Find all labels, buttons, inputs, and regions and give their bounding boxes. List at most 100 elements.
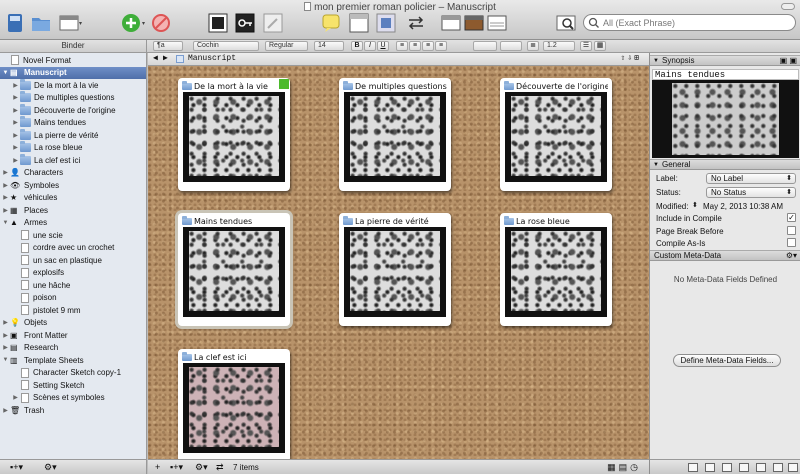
binder-item[interactable]: une hâche [0, 279, 146, 291]
index-card[interactable]: De multiples questions [339, 78, 451, 191]
binder-item[interactable]: ▶ Scènes et symboles [0, 392, 146, 404]
font-style-popup[interactable]: Regular [265, 41, 308, 51]
disclosure-triangle-icon[interactable]: ▶ [2, 332, 9, 339]
label-popup[interactable]: No Label [706, 173, 796, 184]
index-card[interactable]: La pierre de vérité [339, 213, 451, 326]
disclosure-triangle-icon[interactable]: ▶ [2, 194, 9, 201]
view-mode-button[interactable] [58, 12, 84, 34]
layout-button[interactable] [348, 12, 370, 34]
synopsis-title[interactable]: Mains tendues [652, 69, 799, 80]
collections-button[interactable] [30, 12, 52, 34]
disclosure-triangle-icon[interactable]: ▶ [2, 169, 9, 176]
index-card[interactable]: La clef est ici [178, 349, 290, 459]
navigation-arrows[interactable]: ⇧⇩⊞ [621, 53, 641, 65]
include-in-compile-checkbox[interactable]: ✓ [787, 213, 796, 222]
index-card[interactable]: De la mort à la vie [178, 78, 290, 191]
binder-item[interactable]: pistolet 9 mm [0, 304, 146, 316]
binder-item[interactable]: Novel Format [0, 54, 146, 66]
synopsis-options-icon[interactable]: ▣ ▣ [780, 56, 797, 66]
binder-item[interactable]: ▶ La pierre de vérité [0, 128, 146, 141]
disclosure-triangle-icon[interactable]: ▶ [2, 344, 9, 351]
references-tab-icon[interactable] [705, 463, 715, 472]
corkboard-mode-button[interactable] [234, 12, 256, 34]
table-button[interactable]: ▦ [594, 41, 606, 51]
bold-button[interactable]: B [351, 41, 363, 51]
back-arrow-icon[interactable]: ◀ [153, 53, 158, 65]
binder-item[interactable]: cordre avec un crochet [0, 242, 146, 254]
forward-arrow-icon[interactable]: ▶ [163, 53, 168, 65]
index-card[interactable]: Découverte de l'origine [500, 78, 612, 191]
swap-icon[interactable]: ⇄ [216, 462, 224, 473]
binder-item[interactable]: ▶ ▤ Research [0, 342, 146, 354]
line-spacing-popup[interactable]: 1.2 [543, 41, 575, 51]
binder-item[interactable]: ▶ Découverte de l'origine [0, 103, 146, 116]
disclosure-triangle-icon[interactable]: ▼ [2, 220, 9, 226]
status-popup[interactable]: No Status [706, 187, 796, 198]
disclosure-triangle-icon[interactable]: ▶ [12, 107, 19, 114]
binder-item[interactable]: ▶ Mains tendues [0, 116, 146, 129]
binder-item[interactable]: ▶ ▦ Places [0, 204, 146, 216]
disclosure-triangle-icon[interactable]: ▶ [12, 157, 19, 164]
synopsis-image[interactable] [652, 80, 799, 158]
highlight-popup[interactable] [500, 41, 522, 51]
disclosure-triangle-icon[interactable]: ▶ [12, 94, 19, 101]
binder-item[interactable]: ▼ ▤ Manuscript [0, 66, 146, 79]
gear-icon[interactable]: ⚙▾ [195, 462, 208, 473]
disclosure-triangle-icon[interactable]: ▶ [12, 394, 19, 401]
align-right-button[interactable]: ≡ [422, 41, 434, 51]
disclosure-triangle-icon[interactable]: ▶ [2, 182, 9, 189]
outliner-view-button[interactable] [486, 12, 508, 34]
font-family-popup[interactable]: Cochin [193, 41, 259, 51]
corkboard-view-options[interactable]: ▦▤◷ [607, 462, 641, 473]
meta-data-tab-icon[interactable] [739, 463, 749, 472]
compile-as-is-checkbox[interactable] [787, 238, 796, 247]
align-left-button[interactable]: ≡ [396, 41, 408, 51]
binder-item[interactable]: ▶ ★ véhicules [0, 192, 146, 204]
binder-item[interactable]: ▶ 👤 Characters [0, 167, 146, 179]
binder-item[interactable]: explosifs [0, 267, 146, 279]
font-size-popup[interactable]: 14 [314, 41, 344, 51]
binder-toggle-button[interactable] [4, 12, 26, 34]
add-button[interactable] [120, 12, 146, 34]
disclosure-triangle-icon[interactable]: ▼ [2, 70, 9, 76]
disclosure-triangle-icon[interactable]: ▶ [2, 407, 9, 414]
align-center-button[interactable]: ≡ [409, 41, 421, 51]
lock-icon[interactable] [788, 463, 798, 472]
binder-item[interactable]: ▶ La clef est ici [0, 153, 146, 166]
edit-button[interactable] [262, 12, 284, 34]
synopsis-header[interactable]: ▼ Synopsis ▣ ▣ [650, 55, 800, 66]
quick-reference-button[interactable] [555, 12, 577, 34]
binder-item[interactable]: Setting Sketch [0, 379, 146, 391]
add-menu-button[interactable]: ▪+▾ [10, 462, 23, 473]
style-popup[interactable]: ¶a [153, 41, 183, 51]
italic-button[interactable]: I [364, 41, 376, 51]
editor-view-button[interactable] [440, 12, 462, 34]
binder-item[interactable]: ▶ 🗑 Trash [0, 404, 146, 416]
add-card-button[interactable]: + [155, 462, 160, 472]
binder-item[interactable]: ▶ La rose bleue [0, 141, 146, 154]
index-card[interactable]: La rose bleue [500, 213, 612, 326]
disclosure-triangle-icon[interactable]: ▼ [2, 357, 9, 363]
binder-item[interactable]: ▶ 👁 Symboles [0, 179, 146, 191]
gear-icon[interactable]: ⚙▾ [786, 251, 797, 261]
disclosure-triangle-icon[interactable]: ▶ [12, 144, 19, 151]
binder-item[interactable]: Character Sketch copy-1 [0, 367, 146, 379]
disclosure-triangle-icon[interactable]: ▶ [12, 132, 19, 139]
text-color-popup[interactable] [473, 41, 497, 51]
keywords-button[interactable] [375, 12, 397, 34]
notes-tab-icon[interactable] [688, 463, 698, 472]
define-meta-data-button[interactable]: Define Meta-Data Fields... [673, 354, 781, 367]
binder-item[interactable]: ▼ ▲ Armes [0, 217, 146, 229]
snapshots-tab-icon[interactable] [756, 463, 766, 472]
list-options-button[interactable]: ☰ [580, 41, 592, 51]
comments-tab-icon[interactable] [773, 463, 783, 472]
binder-item[interactable]: ▼ ▥ Template Sheets [0, 354, 146, 366]
justify-button[interactable]: ≡ [435, 41, 447, 51]
keywords-tab-icon[interactable] [722, 463, 732, 472]
corkboard[interactable]: De la mort à la vie De multiples question… [148, 66, 649, 459]
disclosure-triangle-icon[interactable]: ▶ [12, 119, 19, 126]
binder-item[interactable]: ▶ ▣ Front Matter [0, 329, 146, 341]
general-header[interactable]: ▼ General [650, 159, 800, 170]
split-button[interactable] [405, 12, 427, 34]
disclosure-triangle-icon[interactable]: ▶ [2, 207, 9, 214]
